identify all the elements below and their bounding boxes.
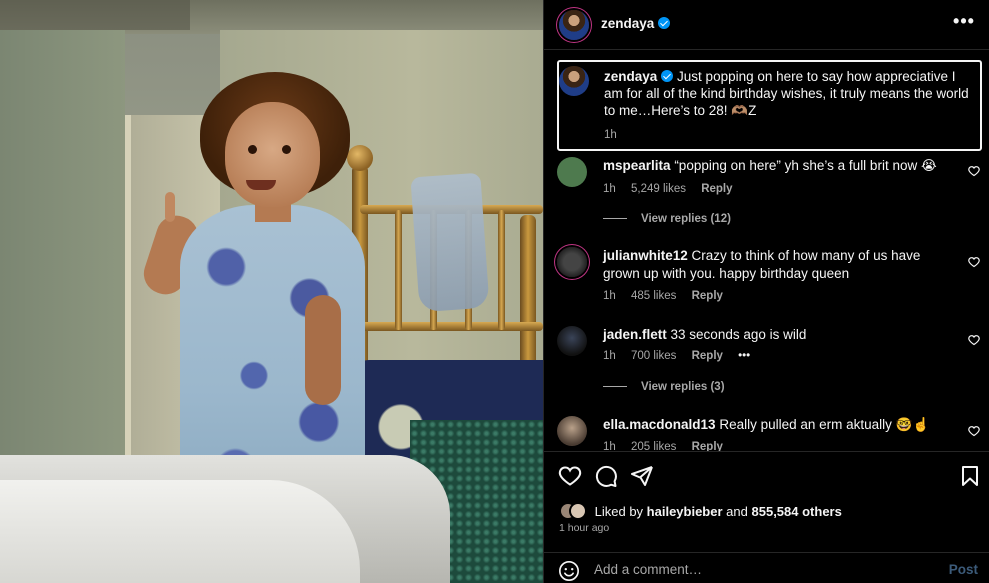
- child-arm: [305, 295, 341, 405]
- reply-button[interactable]: Reply: [701, 183, 732, 195]
- comment-meta: 1h 205 likes Reply: [603, 441, 735, 451]
- headboard-rail: [360, 322, 543, 331]
- bed-sheet-fold: [0, 480, 360, 583]
- comment-heart-icon[interactable]: [968, 334, 980, 346]
- comment-username[interactable]: ella.macdonald13: [603, 417, 716, 432]
- post-timestamp[interactable]: 1 hour ago: [559, 522, 609, 534]
- emoji-icon[interactable]: [558, 560, 580, 582]
- comment-avatar[interactable]: [557, 326, 587, 356]
- verified-badge-icon: [661, 70, 674, 82]
- comment-likes[interactable]: 205 likes: [631, 441, 676, 451]
- comment-input[interactable]: [594, 559, 924, 579]
- comment-time: 1h: [603, 441, 616, 451]
- paper-plane-icon[interactable]: [630, 464, 654, 488]
- comment-meta: 1h 485 likes Reply: [603, 290, 735, 302]
- comment-item: julianwhite12 Crazy to think of how many…: [557, 245, 982, 310]
- comment-text: jaden.flett 33 seconds ago is wild: [603, 326, 953, 344]
- headboard-knob: [347, 145, 373, 171]
- comment-time: 1h: [603, 183, 616, 195]
- ceiling-shadow: [0, 0, 190, 30]
- caption-time: 1h: [604, 129, 617, 141]
- comment-item: ella.macdonald13 Really pulled an erm ak…: [557, 414, 982, 451]
- caption: zendaya Just popping on here to say how …: [557, 60, 982, 151]
- bookmark-icon[interactable]: [958, 464, 982, 488]
- author-username[interactable]: zendaya: [601, 16, 671, 31]
- post-photo[interactable]: [0, 0, 543, 583]
- caption-text: zendaya Just popping on here to say how …: [604, 68, 974, 144]
- comment-avatar[interactable]: [557, 416, 587, 446]
- liked-by-and: and: [726, 504, 748, 519]
- author-username-text[interactable]: zendaya: [601, 16, 654, 31]
- child-face: [225, 102, 320, 207]
- add-comment-bar: Post: [544, 552, 989, 583]
- comment-meta: 1h 5,249 likes Reply: [603, 183, 745, 195]
- post-header: zendaya •••: [544, 0, 989, 50]
- reply-button[interactable]: Reply: [692, 441, 723, 451]
- post-comment-button[interactable]: Post: [949, 562, 978, 577]
- comment-heart-icon[interactable]: [968, 425, 980, 437]
- reply-button[interactable]: Reply: [692, 350, 723, 362]
- comment-text: ella.macdonald13 Really pulled an erm ak…: [603, 416, 953, 434]
- comment-body: 33 seconds ago is wild: [670, 327, 807, 342]
- photo-wall-left: [0, 30, 125, 480]
- comment-heart-icon[interactable]: [968, 256, 980, 268]
- child-eye: [282, 145, 291, 154]
- caption-username[interactable]: zendaya: [604, 69, 657, 84]
- comment-username[interactable]: mspearlita: [603, 158, 671, 173]
- comment-text: mspearlita “popping on here” yh she’s a …: [603, 157, 953, 175]
- comment-avatar[interactable]: [557, 157, 587, 187]
- comment-body: Really pulled an erm aktually 🤓☝️: [719, 417, 930, 432]
- heart-icon[interactable]: [558, 464, 582, 488]
- author-avatar[interactable]: [559, 10, 589, 40]
- comment-username[interactable]: julianwhite12: [603, 248, 688, 263]
- post-actions: Liked by haileybieber and 855,584 others…: [544, 451, 989, 583]
- child-finger: [165, 192, 175, 222]
- comment-text: julianwhite12 Crazy to think of how many…: [603, 247, 953, 283]
- post-sidebar: zendaya ••• zendaya Just popping on here…: [543, 0, 989, 583]
- comment-time: 1h: [603, 350, 616, 362]
- comment-item: mspearlita “popping on here” yh she’s a …: [557, 155, 982, 235]
- caption-body: Just popping on here to say how apprecia…: [604, 69, 969, 118]
- comment-likes[interactable]: 485 likes: [631, 290, 676, 302]
- liked-by-prefix: Liked by: [594, 504, 644, 519]
- liked-by: Liked by haileybieber and 855,584 others: [559, 502, 842, 520]
- comment-time: 1h: [603, 290, 616, 302]
- verified-badge-icon: [658, 17, 671, 29]
- comment-bubble-icon[interactable]: [594, 464, 618, 488]
- reply-button[interactable]: Reply: [692, 290, 723, 302]
- comment-item: jaden.flett 33 seconds ago is wild 1h 70…: [557, 324, 982, 404]
- headboard-bar: [395, 210, 402, 330]
- comment-meta: 1h 700 likes Reply •••: [603, 350, 762, 362]
- comment-heart-icon[interactable]: [968, 165, 980, 177]
- comment-more-icon[interactable]: •••: [738, 350, 750, 362]
- hanging-cloth: [410, 172, 490, 313]
- comment-username[interactable]: jaden.flett: [603, 327, 667, 342]
- liked-by-user[interactable]: haileybieber: [647, 504, 723, 519]
- more-options-icon[interactable]: •••: [952, 12, 976, 34]
- comment-avatar[interactable]: [557, 247, 587, 277]
- liked-by-others[interactable]: 855,584 others: [752, 504, 842, 519]
- caption-avatar[interactable]: [559, 66, 589, 96]
- view-replies-button[interactable]: View replies (12): [603, 213, 731, 225]
- comment-likes[interactable]: 5,249 likes: [631, 183, 686, 195]
- liker-avatar: [569, 502, 587, 520]
- headboard-bar: [498, 210, 505, 330]
- comment-body: “popping on here” yh she’s a full brit n…: [674, 158, 937, 173]
- comment-likes[interactable]: 700 likes: [631, 350, 676, 362]
- child-eye: [248, 145, 257, 154]
- view-replies-button[interactable]: View replies (3): [603, 381, 725, 393]
